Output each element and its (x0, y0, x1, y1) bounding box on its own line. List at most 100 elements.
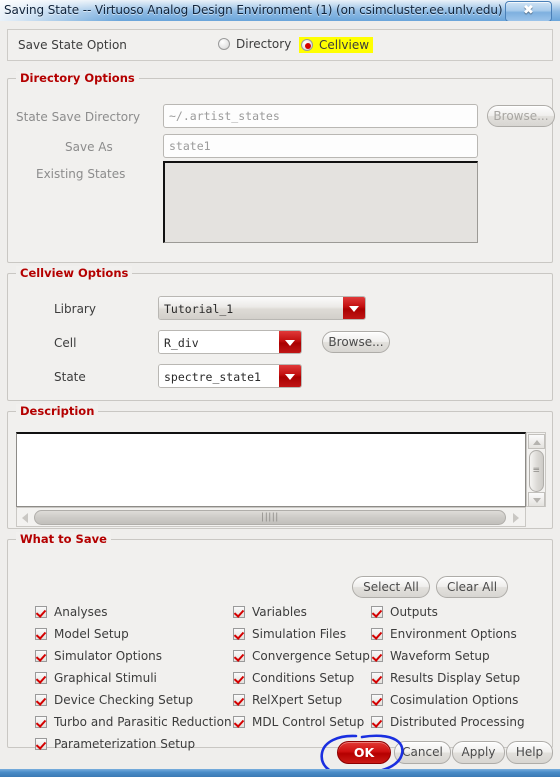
library-dropdown[interactable]: Tutorial_1 (158, 296, 366, 320)
checkbox-graphical-stimuli[interactable]: Graphical Stimuli (35, 671, 157, 685)
chevron-down-icon[interactable] (279, 365, 301, 387)
checkbox-indicator[interactable] (371, 628, 383, 640)
save-state-option-bar: Save State Option Directory Cellview (7, 29, 553, 61)
library-value: Tutorial_1 (159, 297, 343, 319)
checkbox-indicator[interactable] (371, 650, 383, 662)
checkbox-label: Conditions Setup (252, 671, 355, 685)
scroll-vertical-thumb[interactable]: ≡ (529, 450, 544, 492)
checkbox-analyses[interactable]: Analyses (35, 605, 108, 619)
checkbox-environment-options[interactable]: Environment Options (371, 627, 517, 641)
help-button[interactable]: Help (506, 741, 553, 764)
apply-button[interactable]: Apply (452, 741, 505, 764)
checkbox-indicator[interactable] (371, 672, 383, 684)
description-textarea[interactable] (16, 432, 526, 507)
cell-value: R_div (159, 331, 279, 353)
checkbox-convergence-setup[interactable]: Convergence Setup (233, 649, 370, 663)
checkbox-label: Analyses (54, 605, 108, 619)
description-vertical-scrollbar[interactable]: ≡ (526, 432, 546, 507)
save-as-input[interactable]: state1 (163, 134, 478, 158)
grip-icon: ≡ (532, 465, 541, 476)
checkbox-variables[interactable]: Variables (233, 605, 307, 619)
checkbox-indicator[interactable] (35, 606, 47, 618)
checkbox-indicator[interactable] (233, 650, 245, 662)
directory-browse-button[interactable]: Browse... (487, 105, 555, 127)
checkbox-conditions-setup[interactable]: Conditions Setup (233, 671, 354, 685)
scroll-down-button[interactable] (528, 492, 545, 507)
dialog-button-row: OK Cancel Apply Help (0, 737, 560, 769)
checkbox-indicator[interactable] (35, 628, 47, 640)
close-button[interactable]: ✖ (505, 1, 552, 22)
save-as-label: Save As (65, 140, 113, 154)
cellview-options-title: Cellview Options (16, 266, 133, 280)
grip-icon: ||||| (261, 512, 279, 522)
window-bottom-frame (0, 769, 560, 777)
dialog-window: Saving State -- Virtuoso Analog Design E… (0, 0, 560, 777)
radio-cellview[interactable]: Cellview (299, 37, 374, 53)
state-save-directory-input[interactable]: ~/.artist_states (163, 104, 478, 128)
cancel-button[interactable]: Cancel (394, 741, 451, 764)
chevron-down-icon[interactable] (343, 297, 365, 319)
checkbox-relxpert-setup[interactable]: RelXpert Setup (233, 693, 342, 707)
title-bar: Saving State -- Virtuoso Analog Design E… (0, 0, 560, 22)
description-title: Description (16, 404, 99, 418)
checkbox-device-checking-setup[interactable]: Device Checking Setup (35, 693, 193, 707)
checkbox-label: Device Checking Setup (54, 693, 194, 707)
checkbox-indicator[interactable] (35, 694, 47, 706)
radio-cellview-label: Cellview (319, 38, 370, 52)
checkbox-model-setup[interactable]: Model Setup (35, 627, 129, 641)
radio-cellview-indicator[interactable] (301, 39, 313, 51)
checkbox-indicator[interactable] (35, 716, 47, 728)
scroll-up-button[interactable] (528, 434, 545, 449)
checkbox-label: Model Setup (54, 627, 129, 641)
checkbox-simulator-options[interactable]: Simulator Options (35, 649, 162, 663)
library-label: Library (54, 302, 96, 316)
checkbox-label: Turbo and Parasitic Reduction (54, 715, 232, 729)
checkbox-indicator[interactable] (233, 694, 245, 706)
scroll-left-button[interactable] (18, 509, 33, 526)
checkbox-indicator[interactable] (233, 672, 245, 684)
checkbox-label: Outputs (390, 605, 438, 619)
checkbox-indicator[interactable] (35, 650, 47, 662)
checkbox-indicator[interactable] (233, 716, 245, 728)
scroll-horizontal-thumb[interactable]: ||||| (34, 510, 506, 525)
description-horizontal-scrollbar[interactable]: ||||| (16, 507, 526, 527)
checkbox-indicator[interactable] (233, 606, 245, 618)
ok-button[interactable]: OK (337, 741, 391, 764)
directory-options-group: Directory Options State Save Directory ~… (7, 71, 555, 263)
checkbox-label: Simulator Options (54, 649, 163, 663)
checkbox-cosimulation-options[interactable]: Cosimulation Options (371, 693, 518, 707)
state-dropdown[interactable]: spectre_state1 (158, 364, 302, 388)
radio-directory[interactable]: Directory (218, 37, 291, 51)
checkbox-mdl-control-setup[interactable]: MDL Control Setup (233, 715, 364, 729)
radio-directory-label: Directory (236, 37, 292, 51)
clear-all-button[interactable]: Clear All (436, 576, 508, 598)
checkbox-waveform-setup[interactable]: Waveform Setup (371, 649, 490, 663)
radio-directory-indicator[interactable] (218, 38, 230, 50)
state-label: State (54, 370, 86, 384)
what-to-save-group: What to Save Select All Clear All Analys… (7, 532, 553, 751)
checkbox-distributed-processing[interactable]: Distributed Processing (371, 715, 525, 729)
checkbox-indicator[interactable] (371, 694, 383, 706)
select-all-button[interactable]: Select All (352, 576, 430, 598)
cellview-highlight: Cellview (299, 37, 374, 53)
checkbox-simulation-files[interactable]: Simulation Files (233, 627, 346, 641)
checkbox-indicator[interactable] (371, 716, 383, 728)
checkbox-outputs[interactable]: Outputs (371, 605, 438, 619)
scroll-right-button[interactable] (509, 509, 524, 526)
checkbox-indicator[interactable] (35, 672, 47, 684)
checkbox-turbo-and-parasitic-reduction[interactable]: Turbo and Parasitic Reduction (35, 715, 232, 729)
save-state-option-label: Save State Option (18, 38, 127, 52)
existing-states-label: Existing States (36, 167, 126, 181)
what-to-save-title: What to Save (16, 532, 111, 546)
checkbox-indicator[interactable] (371, 606, 383, 618)
checkbox-label: Simulation Files (252, 627, 347, 641)
state-value: spectre_state1 (159, 365, 279, 387)
checkbox-results-display-setup[interactable]: Results Display Setup (371, 671, 520, 685)
cell-browse-button[interactable]: Browse... (322, 331, 390, 353)
checkbox-indicator[interactable] (233, 628, 245, 640)
chevron-down-icon[interactable] (279, 331, 301, 353)
cell-dropdown[interactable]: R_div (158, 330, 302, 354)
checkbox-label: MDL Control Setup (252, 715, 365, 729)
existing-states-listbox[interactable] (163, 161, 478, 243)
checkbox-label: Convergence Setup (252, 649, 370, 663)
